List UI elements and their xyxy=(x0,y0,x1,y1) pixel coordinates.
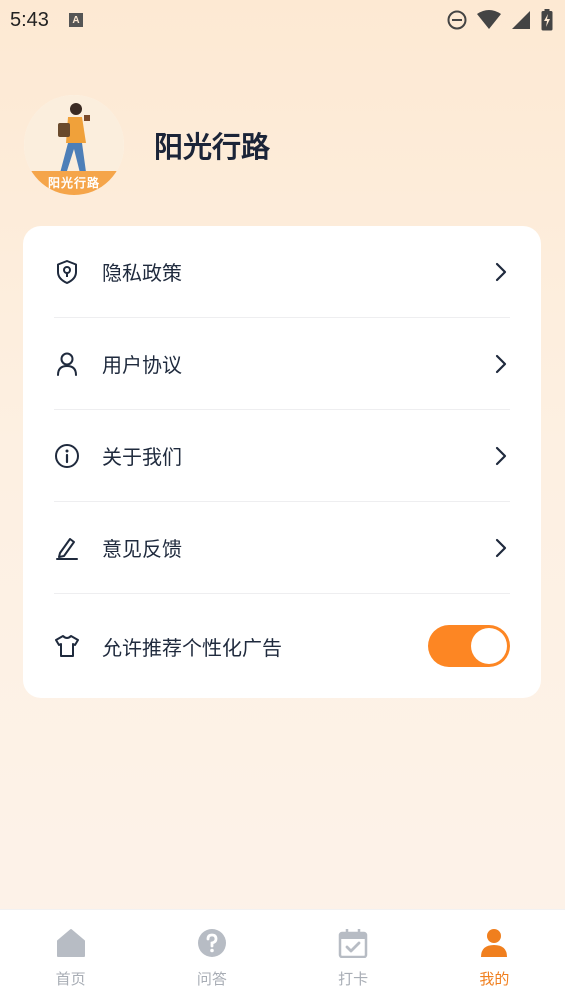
avatar-banner: 阳光行路 xyxy=(24,171,124,195)
status-bar: 5:43 A xyxy=(0,0,565,40)
personalized-ads-toggle[interactable] xyxy=(428,625,510,667)
do-not-disturb-icon xyxy=(447,10,467,30)
info-icon xyxy=(54,443,80,469)
menu-item-privacy-policy[interactable]: 隐私政策 xyxy=(54,226,510,318)
profile-header: 阳光行路 阳光行路 xyxy=(24,95,270,195)
shield-icon xyxy=(54,259,80,285)
tab-label: 问答 xyxy=(196,970,227,988)
tab-mine[interactable]: 我的 xyxy=(424,910,565,1004)
chevron-right-icon xyxy=(494,262,510,282)
wifi-icon xyxy=(477,10,501,30)
battery-icon xyxy=(541,9,553,31)
tab-label: 打卡 xyxy=(338,970,369,988)
tab-qa[interactable]: 问答 xyxy=(141,910,282,1004)
chevron-right-icon xyxy=(494,538,510,558)
tab-home[interactable]: 首页 xyxy=(0,910,141,1004)
calendar-check-icon xyxy=(337,927,369,959)
chevron-right-icon xyxy=(494,354,510,374)
home-icon xyxy=(55,927,87,959)
tab-check-in[interactable]: 打卡 xyxy=(283,910,424,1004)
menu-item-feedback[interactable]: 意见反馈 xyxy=(54,502,510,594)
menu-item-label: 意见反馈 xyxy=(102,537,182,561)
avatar[interactable]: 阳光行路 xyxy=(24,95,124,195)
profile-name: 阳光行路 xyxy=(154,130,271,164)
menu-item-label: 隐私政策 xyxy=(102,261,182,285)
menu-item-label: 允许推荐个性化广告 xyxy=(102,635,282,660)
question-icon xyxy=(196,927,228,959)
menu-item-user-agreement[interactable]: 用户协议 xyxy=(54,318,510,410)
menu-item-label: 关于我们 xyxy=(102,445,182,469)
notification-icon: A xyxy=(68,13,83,27)
edit-icon xyxy=(54,535,80,561)
user-icon xyxy=(54,351,80,377)
toggle-knob xyxy=(471,628,507,664)
shirt-icon xyxy=(54,633,80,659)
bottom-tab-bar: 首页 问答 打卡 我的 xyxy=(0,909,565,1004)
cellular-icon xyxy=(511,10,531,30)
status-icons xyxy=(447,9,553,31)
chevron-right-icon xyxy=(494,446,510,466)
menu-card: 隐私政策 用户协议 关于我们 意见反馈 允许推荐个性化广告 xyxy=(23,226,541,698)
menu-item-label: 用户协议 xyxy=(102,353,182,377)
tab-label: 首页 xyxy=(55,970,86,988)
status-time: 5:43 xyxy=(10,8,49,31)
menu-item-about-us[interactable]: 关于我们 xyxy=(54,410,510,502)
menu-item-personalized-ads: 允许推荐个性化广告 xyxy=(54,594,510,698)
tab-label: 我的 xyxy=(479,970,510,988)
person-icon xyxy=(478,927,510,959)
